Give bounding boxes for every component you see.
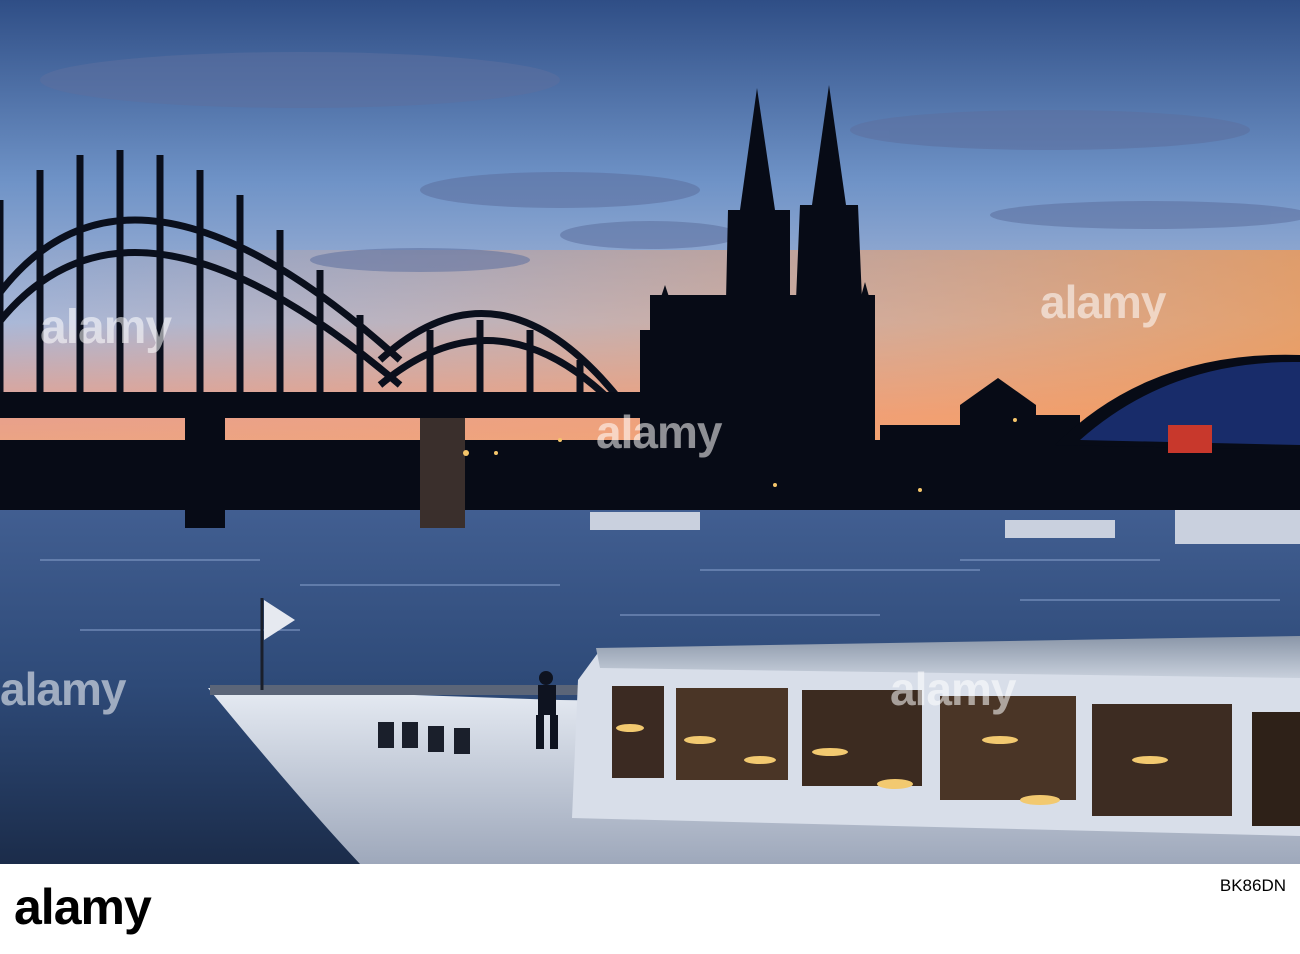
lit-billboard — [1168, 425, 1212, 453]
moored-boat — [590, 512, 700, 530]
bridge-pier-left — [185, 418, 225, 528]
watermark: alamy — [596, 406, 722, 458]
watermark: alamy — [890, 663, 1016, 715]
watermark: alamy — [1040, 276, 1166, 328]
photo: alamy alamy alamy alamy alamy — [0, 0, 1300, 864]
ship-deck-rail — [210, 685, 590, 695]
image-footer: alamy BK86DN — [0, 864, 1300, 954]
watermark: alamy — [0, 663, 126, 715]
moored-boat — [1175, 510, 1300, 544]
bridge-deck — [0, 392, 640, 418]
image-id: BK86DN — [1219, 876, 1286, 895]
alamy-logo: alamy — [14, 879, 152, 935]
bridge-pier — [420, 418, 465, 528]
watermark: alamy — [40, 301, 172, 354]
moored-boat — [1005, 520, 1115, 538]
